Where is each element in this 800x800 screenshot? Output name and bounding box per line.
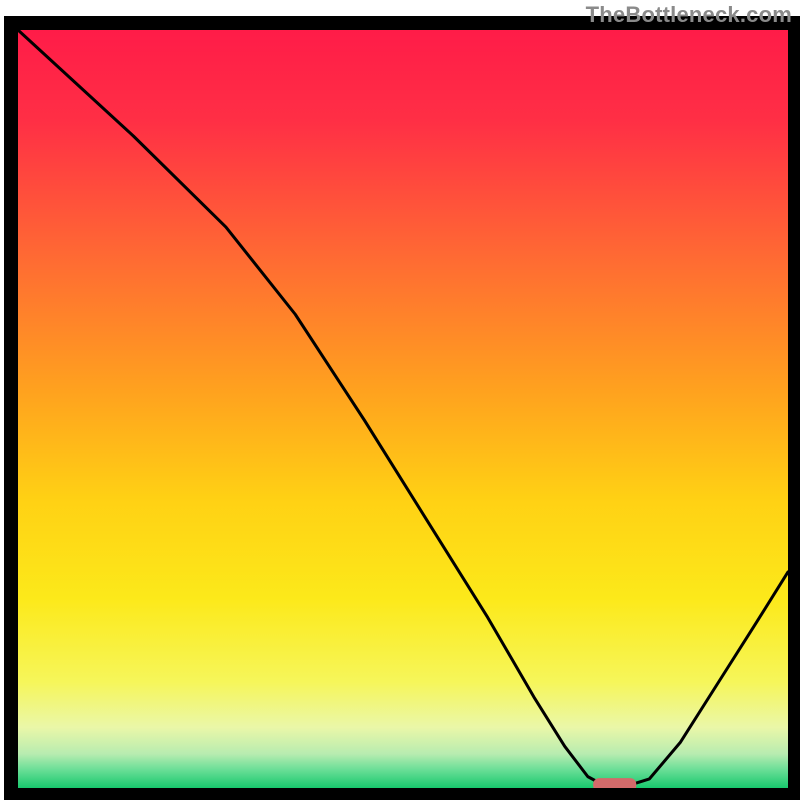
bottleneck-chart [0,0,800,800]
watermark-text: TheBottleneck.com [586,2,792,28]
plot-background [18,30,788,788]
chart-container: TheBottleneck.com [0,0,800,800]
